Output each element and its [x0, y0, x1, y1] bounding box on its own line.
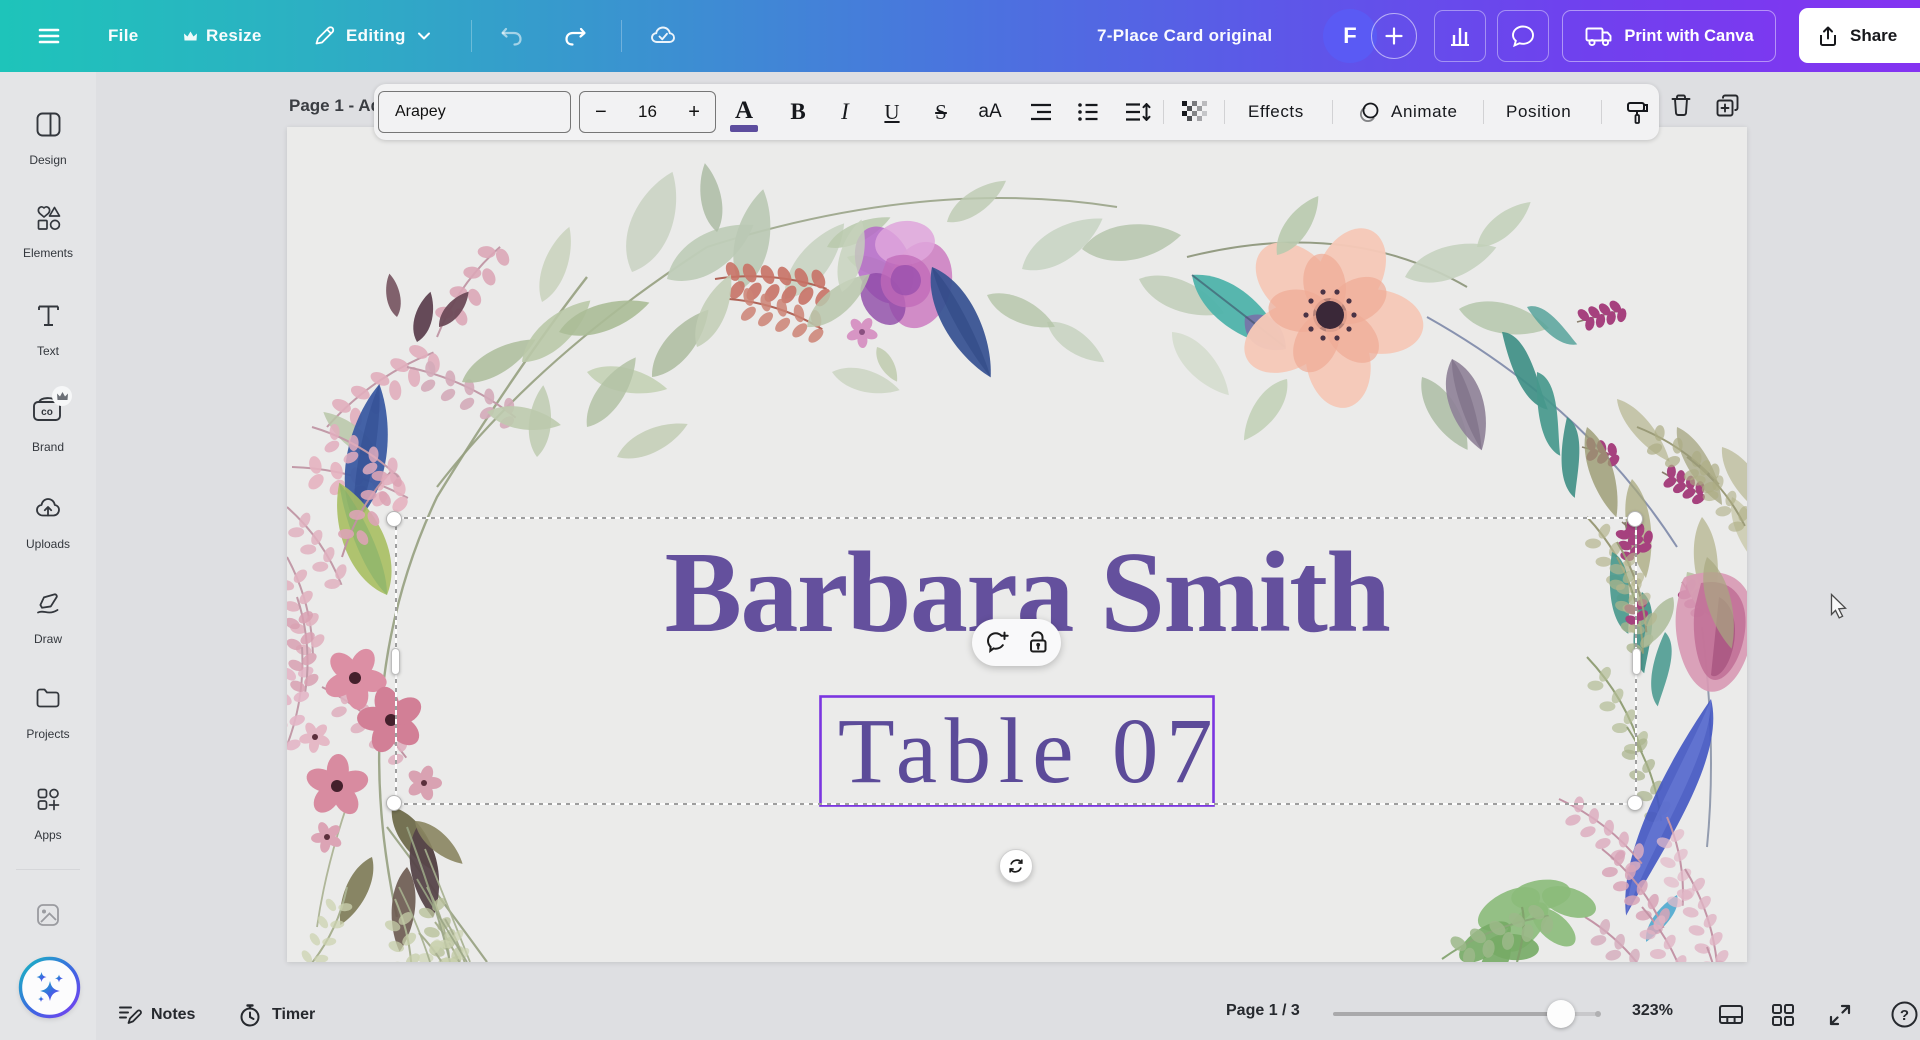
svg-text:co: co — [41, 407, 53, 418]
svg-text:Table 07: Table 07 — [838, 700, 1220, 803]
svg-text:?: ? — [1900, 1007, 1909, 1024]
